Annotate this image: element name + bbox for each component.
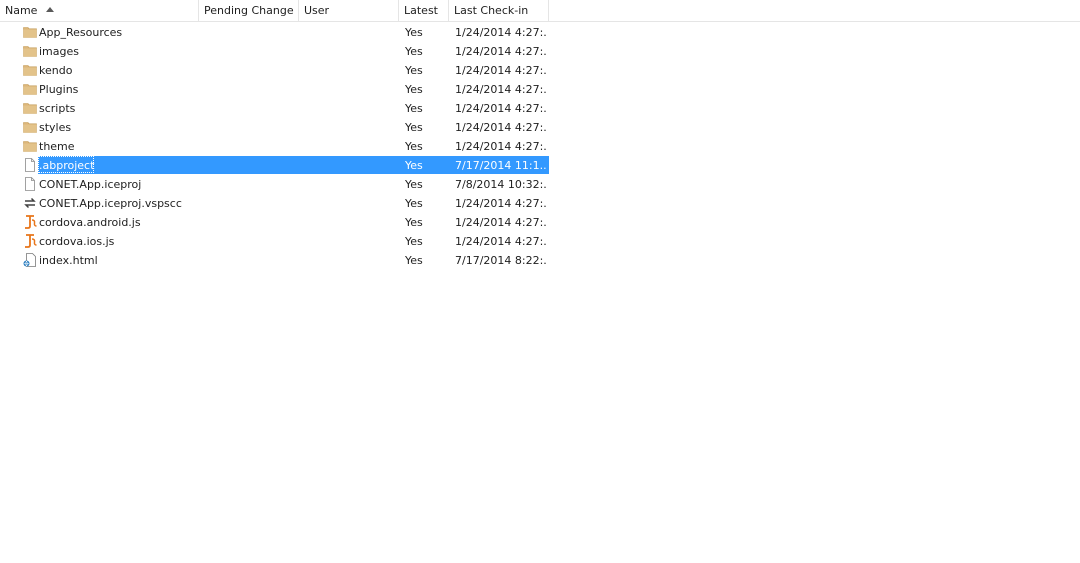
row-last-checkin: 7/17/2014 11:1...	[455, 159, 547, 172]
folder-icon	[23, 120, 37, 134]
focus-rectangle	[38, 156, 94, 173]
sort-ascending-icon	[46, 7, 54, 12]
column-header-bar: Name Pending Change User Latest Last Che…	[0, 0, 1080, 22]
table-row[interactable]: styles Yes 1/24/2014 4:27:...	[0, 118, 549, 137]
row-last-checkin: 1/24/2014 4:27:...	[455, 83, 547, 96]
row-latest: Yes	[405, 45, 423, 58]
row-latest: Yes	[405, 140, 423, 153]
column-header-last-checkin[interactable]: Last Check-in	[449, 0, 549, 21]
column-header-name[interactable]: Name	[0, 0, 199, 21]
row-latest: Yes	[405, 178, 423, 191]
row-last-checkin: 1/24/2014 4:27:...	[455, 235, 547, 248]
column-header-pending-change-label: Pending Change	[204, 4, 294, 17]
row-latest: Yes	[405, 102, 423, 115]
table-row[interactable]: scripts Yes 1/24/2014 4:27:...	[0, 99, 549, 118]
column-header-pending-change[interactable]: Pending Change	[199, 0, 299, 21]
folder-icon	[23, 25, 37, 39]
row-last-checkin: 1/24/2014 4:27:...	[455, 45, 547, 58]
row-name: cordova.android.js	[39, 216, 141, 229]
table-row[interactable]: images Yes 1/24/2014 4:27:...	[0, 42, 549, 61]
row-latest: Yes	[405, 83, 423, 96]
folder-icon	[23, 139, 37, 153]
row-name: theme	[39, 140, 75, 153]
javascript-file-icon	[23, 215, 37, 229]
row-latest: Yes	[405, 64, 423, 77]
row-name: images	[39, 45, 79, 58]
table-row[interactable]: CONET.App.iceproj Yes 7/8/2014 10:32:...	[0, 175, 549, 194]
row-latest: Yes	[405, 216, 423, 229]
table-row[interactable]: theme Yes 1/24/2014 4:27:...	[0, 137, 549, 156]
row-name: scripts	[39, 102, 76, 115]
row-latest: Yes	[405, 26, 423, 39]
row-name: Plugins	[39, 83, 79, 96]
row-latest: Yes	[405, 159, 423, 172]
folder-icon	[23, 101, 37, 115]
row-name: kendo	[39, 64, 73, 77]
column-header-user-label: User	[304, 4, 330, 17]
row-last-checkin: 1/24/2014 4:27:...	[455, 197, 547, 210]
row-last-checkin: 7/8/2014 10:32:...	[455, 178, 547, 191]
column-header-user[interactable]: User	[299, 0, 399, 21]
column-header-latest[interactable]: Latest	[399, 0, 449, 21]
row-last-checkin: 1/24/2014 4:27:...	[455, 216, 547, 229]
column-header-name-label: Name	[5, 4, 38, 17]
source-control-explorer: Name Pending Change User Latest Last Che…	[0, 0, 1080, 563]
table-row[interactable]: kendo Yes 1/24/2014 4:27:...	[0, 61, 549, 80]
html-file-icon	[23, 253, 37, 267]
row-name: index.html	[39, 254, 98, 267]
table-row[interactable]: App_Resources Yes 1/24/2014 4:27:...	[0, 23, 549, 42]
file-icon	[23, 177, 37, 191]
row-last-checkin: 1/24/2014 4:27:...	[455, 121, 547, 134]
row-name: CONET.App.iceproj	[39, 178, 142, 191]
table-row[interactable]: index.html Yes 7/17/2014 8:22:...	[0, 251, 549, 270]
row-last-checkin: 7/17/2014 8:22:...	[455, 254, 547, 267]
table-row[interactable]: .abproject Yes 7/17/2014 11:1...	[0, 156, 549, 175]
row-name: CONET.App.iceproj.vspscc	[39, 197, 182, 210]
row-name: cordova.ios.js	[39, 235, 115, 248]
row-last-checkin: 1/24/2014 4:27:...	[455, 102, 547, 115]
row-name: styles	[39, 121, 72, 134]
column-header-last-checkin-label: Last Check-in	[454, 4, 529, 17]
javascript-file-icon	[23, 234, 37, 248]
row-latest: Yes	[405, 197, 423, 210]
row-last-checkin: 1/24/2014 4:27:...	[455, 64, 547, 77]
row-latest: Yes	[405, 235, 423, 248]
row-latest: Yes	[405, 254, 423, 267]
row-last-checkin: 1/24/2014 4:27:...	[455, 26, 547, 39]
folder-icon	[23, 63, 37, 77]
column-header-latest-label: Latest	[404, 4, 438, 17]
table-row[interactable]: cordova.android.js Yes 1/24/2014 4:27:...	[0, 213, 549, 232]
folder-icon	[23, 82, 37, 96]
folder-icon	[23, 44, 37, 58]
row-last-checkin: 1/24/2014 4:27:...	[455, 140, 547, 153]
table-row[interactable]: Plugins Yes 1/24/2014 4:27:...	[0, 80, 549, 99]
table-row[interactable]: CONET.App.iceproj.vspscc Yes 1/24/2014 4:2…	[0, 194, 549, 213]
file-list: App_Resources Yes 1/24/2014 4:27:... images…	[0, 23, 549, 270]
row-latest: Yes	[405, 121, 423, 134]
source-control-icon	[23, 196, 37, 210]
row-name: App_Resources	[39, 26, 123, 39]
file-icon	[23, 158, 37, 172]
table-row[interactable]: cordova.ios.js Yes 1/24/2014 4:27:...	[0, 232, 549, 251]
